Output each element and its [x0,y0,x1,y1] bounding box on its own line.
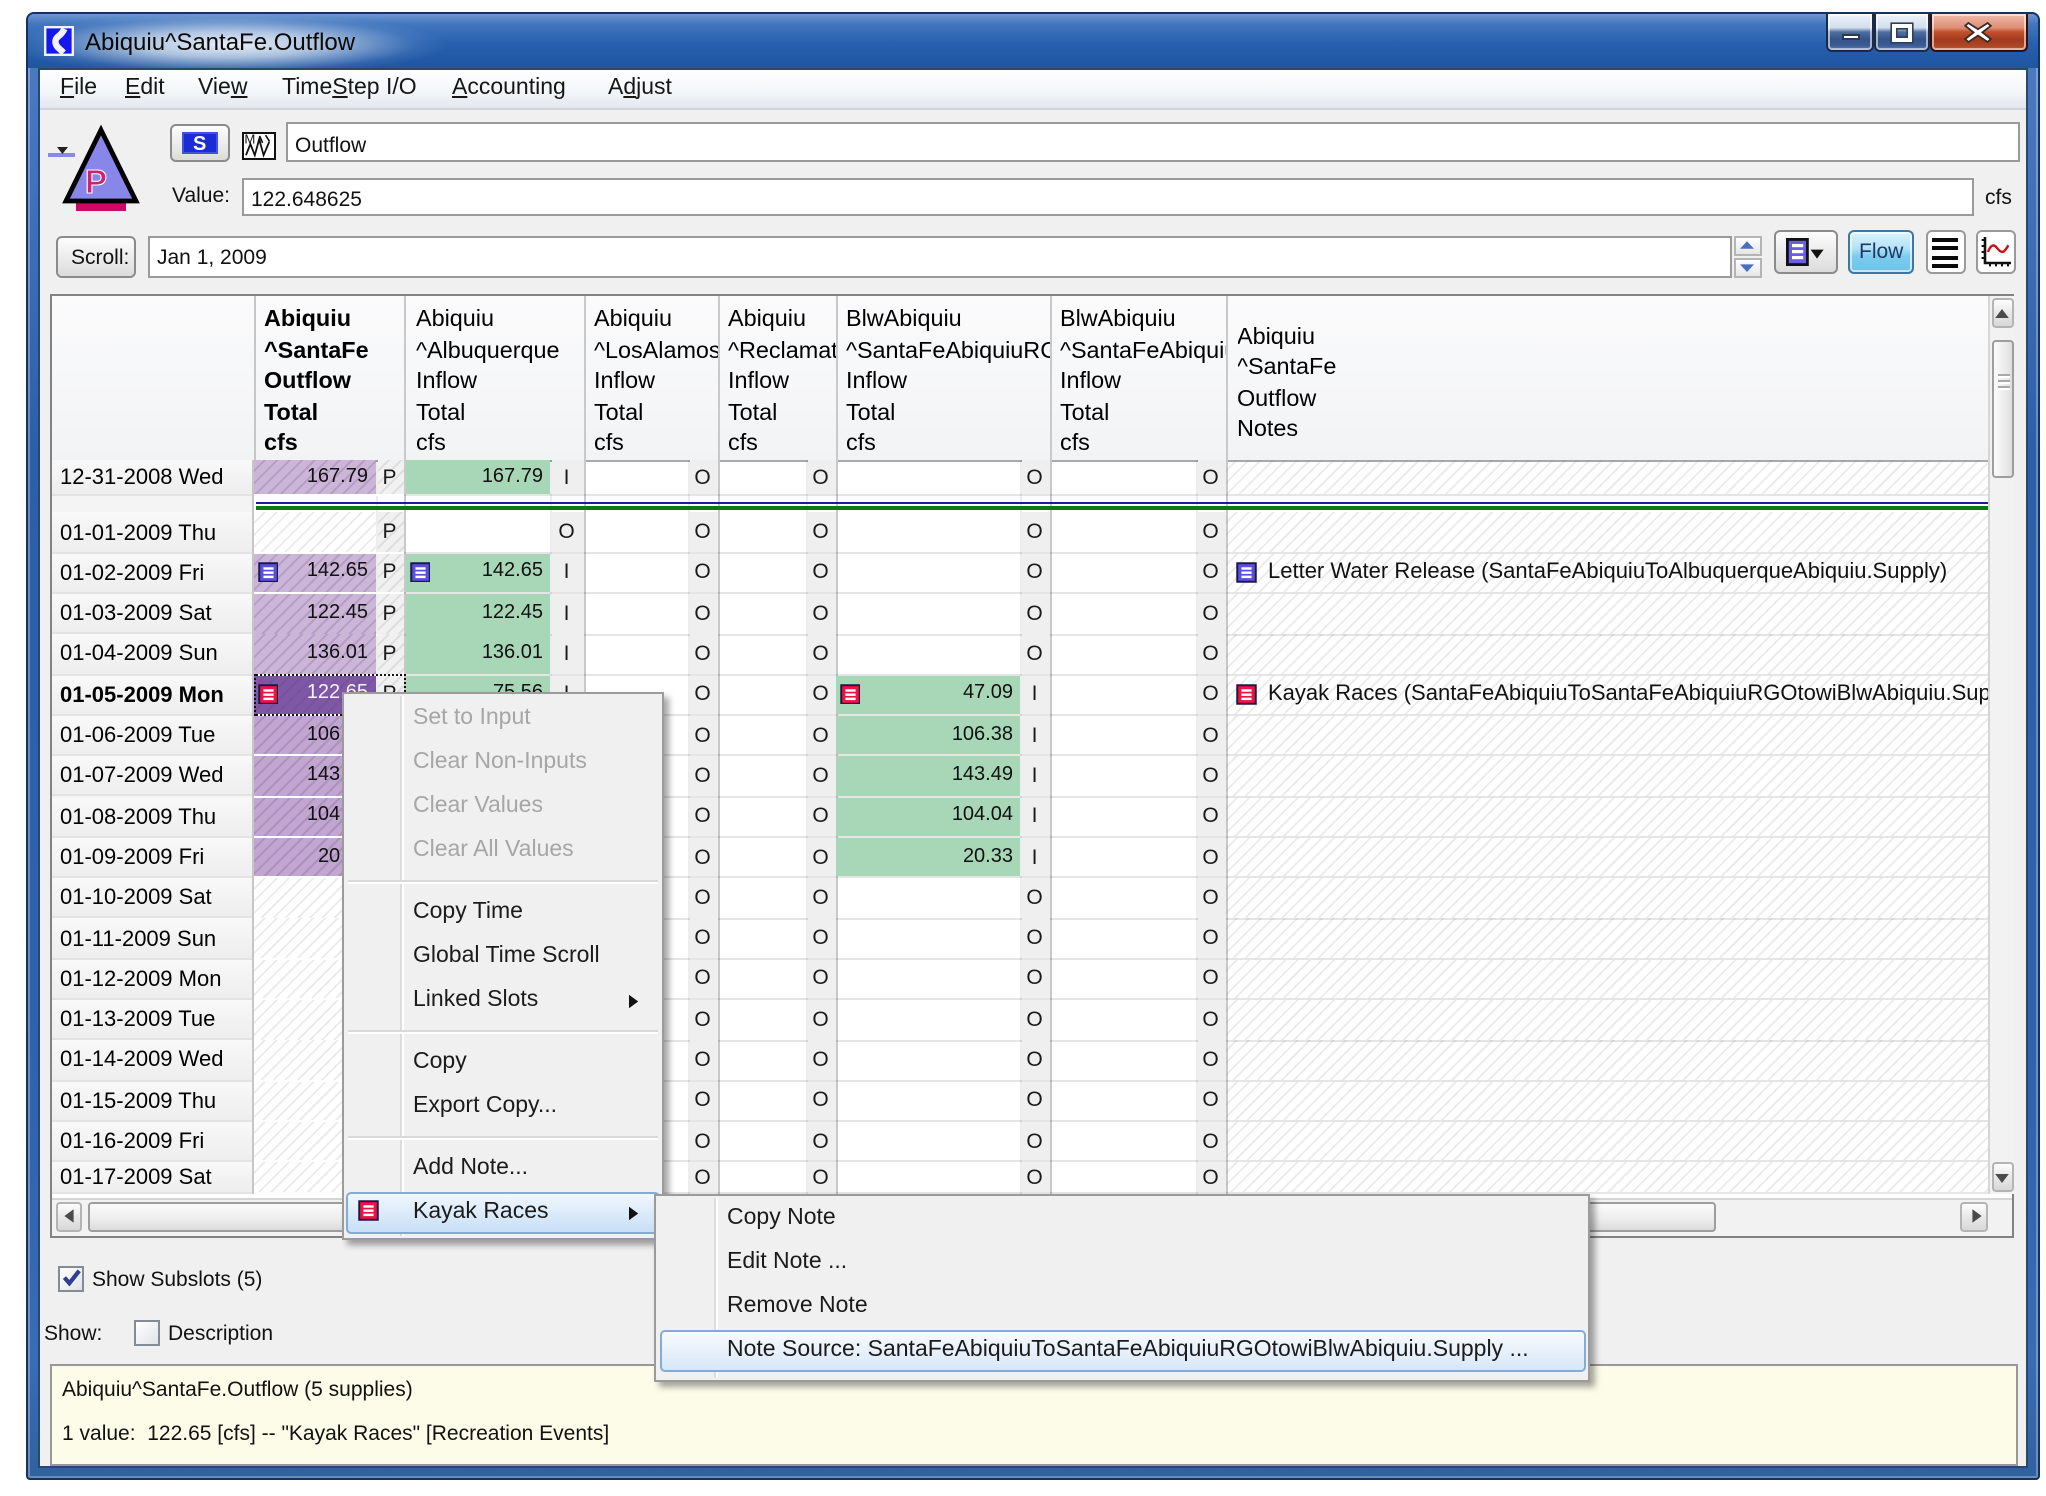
svg-text:P: P [85,163,107,200]
